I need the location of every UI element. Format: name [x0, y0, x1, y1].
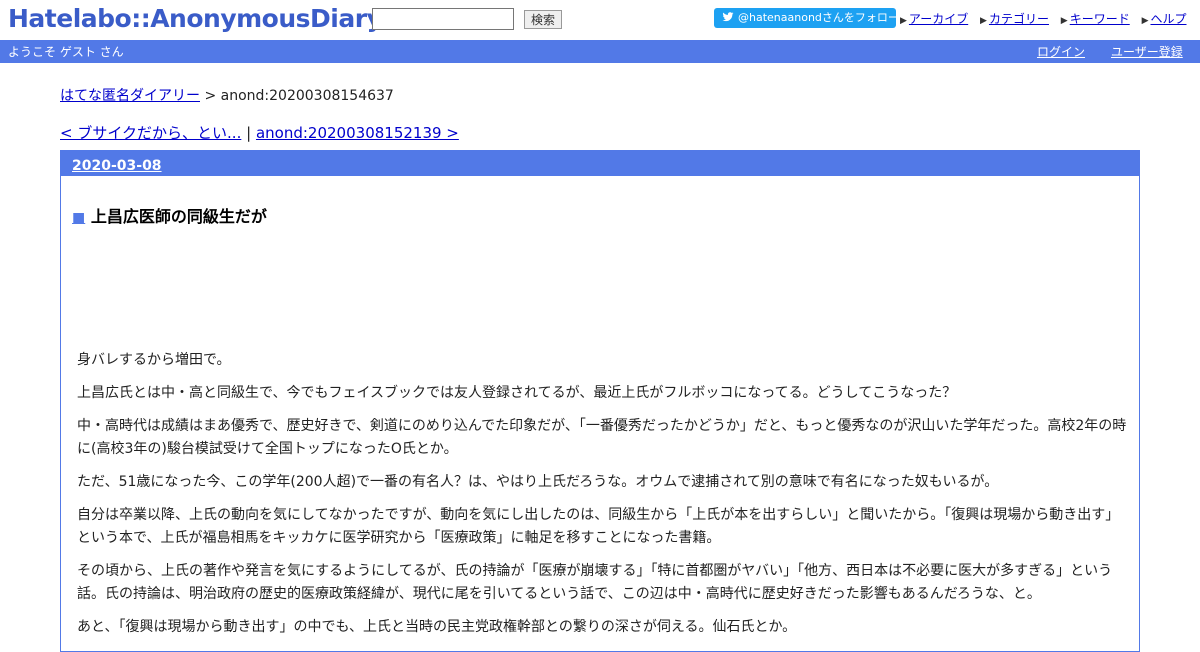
entry-paragraph: 身バレするから増田で。 — [77, 352, 231, 368]
header-links: ▶ アーカイブ ▶ カテゴリー ▶ キーワード ▶ ヘルプ — [900, 10, 1195, 27]
twitter-bird-icon — [722, 12, 734, 22]
breadcrumb-separator: > — [204, 88, 217, 104]
header-link-help[interactable]: ▶ ヘルプ — [1142, 12, 1187, 26]
header-link-category[interactable]: ▶ カテゴリー — [980, 12, 1049, 26]
entry-paragraph: あと、「復興は現場から動き出す」の中でも、上氏と当時の民主党政権幹部との繋りの深… — [77, 619, 797, 635]
keyword-link[interactable]: キーワード — [1070, 12, 1130, 26]
day-section: 2020-03-08 ■ 上昌広医師の同級生だが 身バレするから増田で。 上昌広… — [60, 150, 1140, 652]
arrow-icon: ▶ — [1060, 16, 1068, 26]
header-link-archive[interactable]: ▶ アーカイブ — [900, 12, 968, 26]
arrow-icon: ▶ — [900, 16, 907, 26]
welcome-text: ようこそ ゲスト さん — [8, 45, 124, 59]
entry-paragraph: 自分は卒業以降、上氏の動向を気にしてなかったですが、動向を気にし出したのは、同級… — [77, 507, 1120, 546]
search-button[interactable]: 検索 — [524, 10, 562, 29]
category-link[interactable]: カテゴリー — [989, 12, 1049, 26]
arrow-icon: ▶ — [1141, 16, 1149, 26]
arrow-icon: ▶ — [980, 16, 987, 26]
entry-paragraph: その頃から、上氏の著作や発言を気にするようにしてるが、氏の持論が「医療が崩壊する… — [77, 563, 1113, 602]
breadcrumb-home-link[interactable]: はてな匿名ダイアリー — [60, 88, 200, 104]
entry-title: ■ 上昌広医師の同級生だが — [72, 203, 267, 227]
entry-body: 身バレするから増田で。 上昌広氏とは中・高と同級生で、今でもフェイスブックでは友… — [77, 349, 1129, 649]
breadcrumb: はてな匿名ダイアリー > anond:20200308154637 — [60, 85, 394, 105]
next-entry-link[interactable]: anond:20200308152139 > — [256, 124, 459, 142]
breadcrumb-current: anond:20200308154637 — [220, 88, 394, 104]
follow-label: @hatenaanondさんをフォロー — [738, 11, 896, 24]
header-link-keyword[interactable]: ▶ キーワード — [1061, 12, 1130, 26]
archive-link[interactable]: アーカイブ — [909, 12, 968, 26]
nav-separator: | — [246, 124, 252, 142]
register-link[interactable]: ユーザー登録 — [1111, 43, 1183, 60]
prev-entry-link[interactable]: < ブサイクだから、とい... — [60, 124, 241, 142]
entry-navigation: < ブサイクだから、とい... | anond:20200308152139 > — [60, 122, 459, 143]
entry-title-text: 上昌広医師の同級生だが — [90, 207, 267, 226]
site-logo[interactable]: Hatelabo::AnonymousDiary — [8, 4, 383, 33]
permalink-square-icon[interactable]: ■ — [72, 210, 85, 226]
day-header: 2020-03-08 — [61, 151, 1139, 176]
entry-paragraph: 上昌広氏とは中・高と同級生で、今でもフェイスブックでは友人登録されてるが、最近上… — [77, 385, 957, 401]
user-bar: ようこそ ゲスト さん ログイン ユーザー登録 — [0, 40, 1200, 63]
help-link[interactable]: ヘルプ — [1150, 12, 1186, 26]
date-link[interactable]: 2020-03-08 — [72, 158, 162, 174]
twitter-follow-button[interactable]: @hatenaanondさんをフォロー — [714, 8, 896, 28]
login-link[interactable]: ログイン — [1037, 43, 1085, 60]
search-input[interactable] — [372, 8, 514, 30]
entry-paragraph: 中・高時代は成績はまあ優秀で、歴史好きで、剣道にのめり込んでた印象だが、「一番優… — [77, 418, 1127, 457]
site-header: Hatelabo::AnonymousDiary 検索 @hatenaanond… — [0, 0, 1200, 40]
entry-paragraph: ただ、51歳になった今、この学年(200人超)で一番の有名人？は、やはり上氏だろ… — [77, 474, 999, 490]
